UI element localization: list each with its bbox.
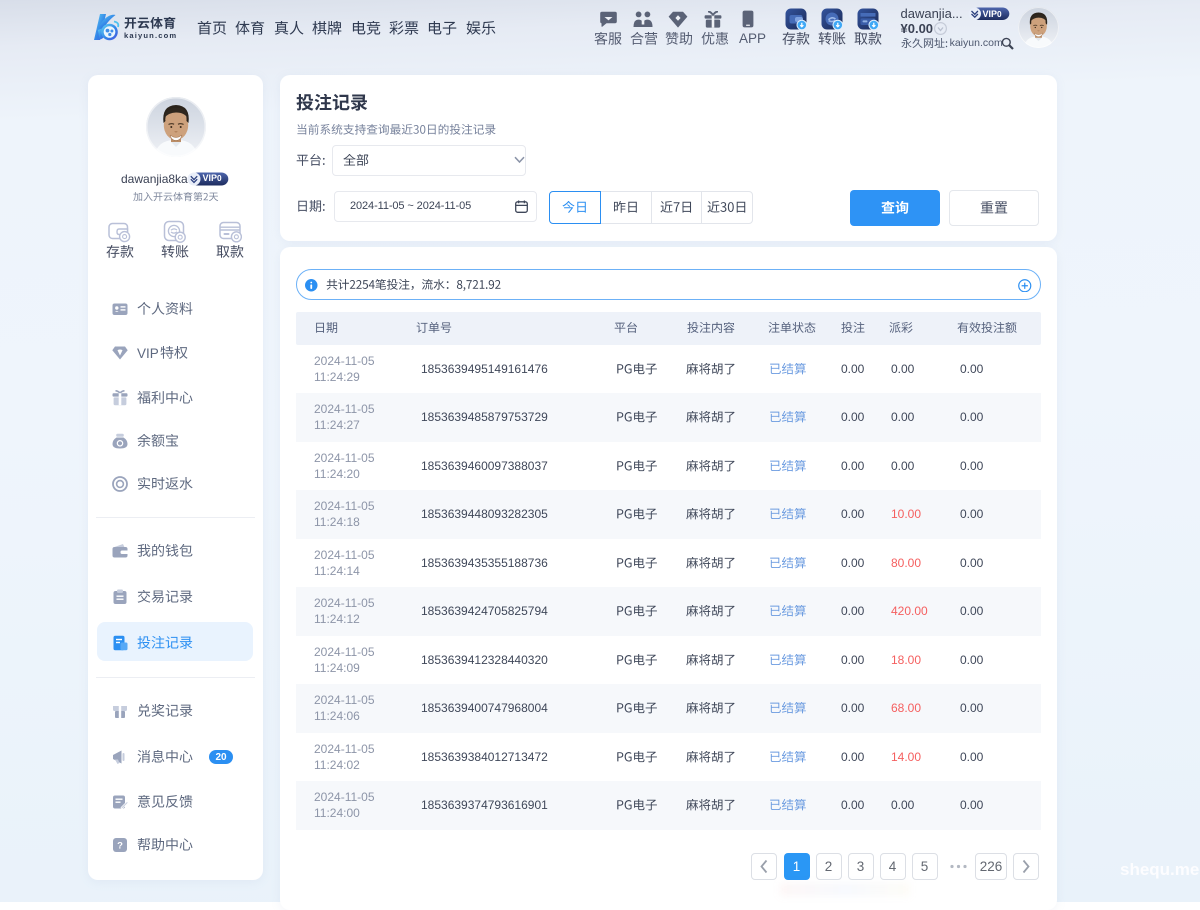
svg-text:?: ? <box>117 841 123 852</box>
